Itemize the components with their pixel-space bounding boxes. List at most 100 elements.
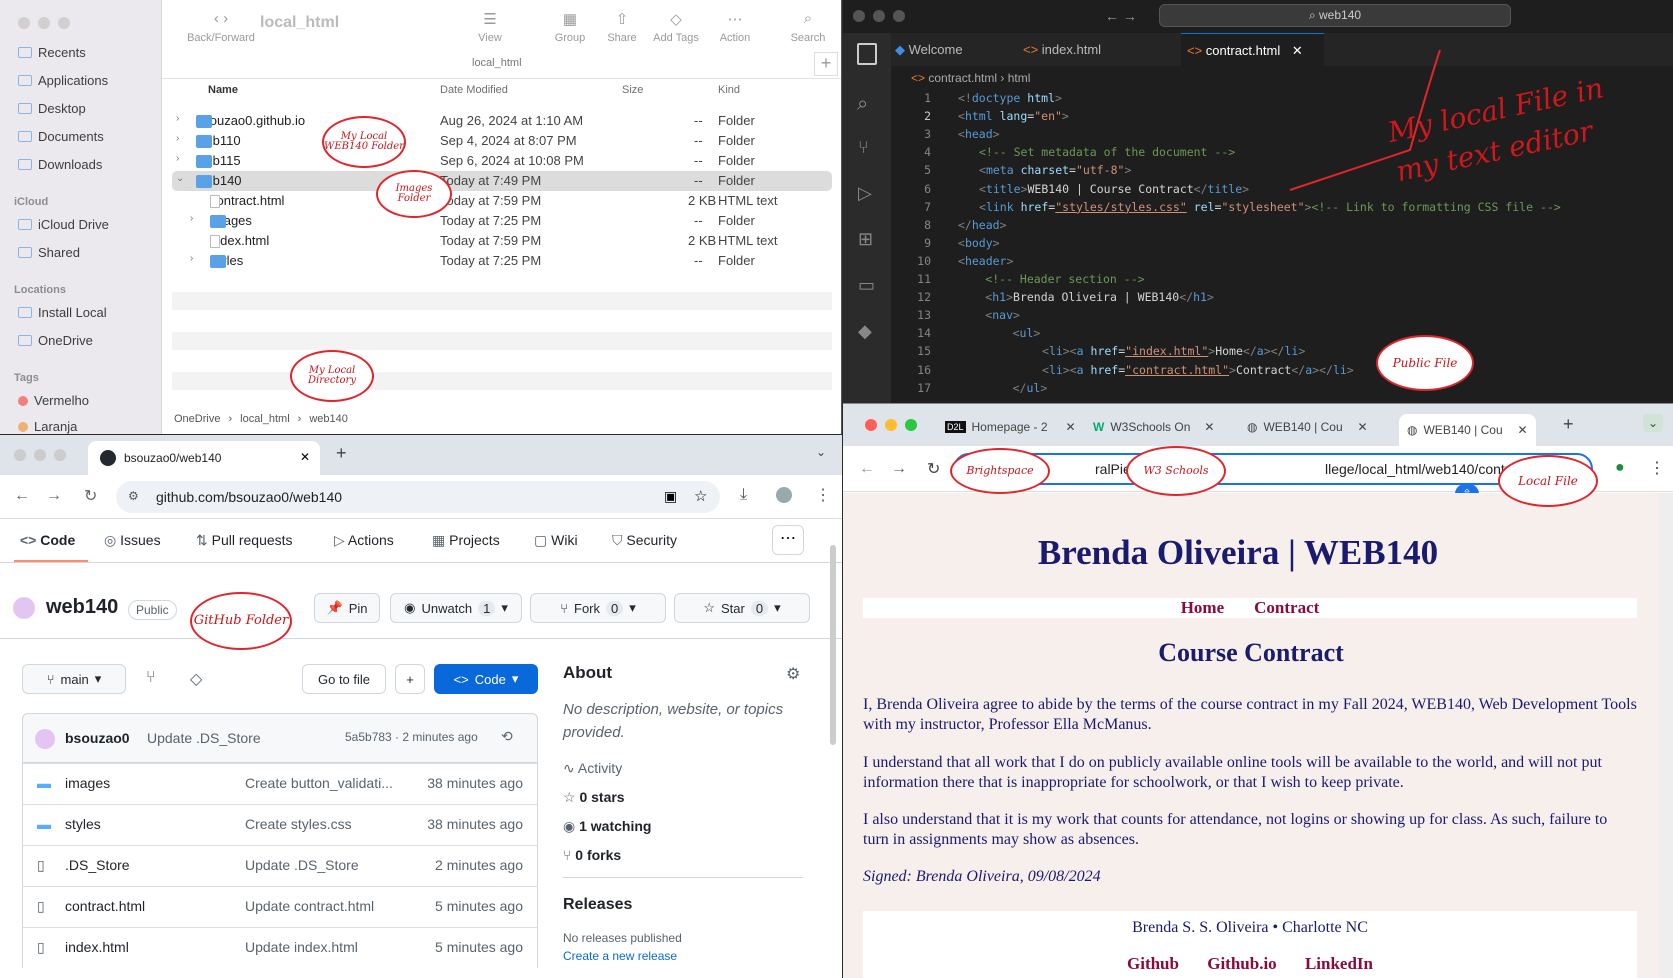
repo-tab-security[interactable]: ⛉ Security	[612, 532, 677, 549]
window-controls[interactable]	[14, 449, 66, 461]
disclosure-icon[interactable]: ›	[176, 153, 179, 164]
footer-link-linkedin[interactable]: LinkedIn	[1305, 954, 1373, 973]
site-info-icon[interactable]: ⚙	[128, 489, 139, 503]
activity-link[interactable]: ∿ Activity	[563, 760, 622, 777]
explorer-icon[interactable]	[857, 43, 877, 65]
download-icon[interactable]: ⤓	[740, 486, 747, 504]
file-name[interactable]: contract.html	[65, 898, 145, 914]
file-row[interactable]: ▯ index.html Update index.html 5 minutes ag…	[22, 927, 538, 968]
forward-icon[interactable]: →	[46, 487, 62, 505]
tab-brightspace[interactable]: D2L Homepage - 2 ✕	[945, 414, 1076, 440]
forks-link[interactable]: ⑂ 0 forks	[563, 847, 621, 863]
add-file-button[interactable]: +	[395, 664, 425, 694]
share-button[interactable]: ⇧ Share	[600, 10, 644, 44]
install-icon[interactable]: ▣	[664, 488, 677, 505]
tab-web140-1[interactable]: ◍ WEB140 | Cou ✕	[1247, 414, 1368, 440]
create-release-link[interactable]: Create a new release	[563, 949, 677, 963]
back-icon[interactable]: ←	[859, 460, 875, 478]
nav-link-home[interactable]: Home	[1181, 598, 1224, 617]
file-commit-message[interactable]: Create button_validati...	[245, 775, 393, 791]
sidebar-item-shared[interactable]: Shared	[18, 245, 80, 260]
path-local-html[interactable]: local_html	[240, 413, 290, 425]
file-commit-message[interactable]: Update contract.html	[245, 898, 374, 914]
profile-icon[interactable]: ●	[1615, 459, 1625, 477]
back-forward-button[interactable]: ‹ › Back/Forward	[178, 10, 264, 44]
group-button[interactable]: ▦ Group	[548, 10, 592, 44]
sidebar-item-downloads[interactable]: Downloads	[18, 157, 102, 172]
path-web140[interactable]: web140	[309, 413, 348, 425]
commit-hash[interactable]: 5a5b783 · 2 minutes ago	[345, 730, 478, 744]
file-name[interactable]: styles	[65, 816, 101, 832]
action-button[interactable]: ⋯ Action	[712, 10, 758, 44]
chevron-down-icon[interactable]: ⌄	[1643, 414, 1664, 432]
go-to-file-button[interactable]: Go to file	[302, 664, 386, 694]
sidebar-item-icloud-drive[interactable]: iCloud Drive	[18, 217, 109, 232]
url-bar[interactable]: ⚙ github.com/bsouzao0/web140 ▣ ☆	[116, 481, 720, 513]
file-row[interactable]: ▯ contract.html Update contract.html 5 minu…	[22, 886, 538, 927]
file-row[interactable]: › web110 Sep 4, 2024 at 8:07 PM -- Folder	[172, 131, 832, 151]
releases-title[interactable]: Releases	[563, 896, 632, 914]
sidebar-item-desktop[interactable]: Desktop	[18, 101, 86, 116]
disclosure-icon[interactable]: ›	[190, 213, 193, 224]
pin-button[interactable]: 📌 Pin	[314, 593, 380, 623]
chevron-down-icon[interactable]: ⌄	[816, 445, 826, 459]
disclosure-icon[interactable]: ›	[190, 253, 193, 264]
repo-name[interactable]: web140	[46, 596, 118, 619]
column-name[interactable]: Name	[208, 84, 238, 96]
path-onedrive[interactable]: OneDrive	[174, 413, 220, 425]
column-kind[interactable]: Kind	[718, 84, 740, 96]
file-row[interactable]: ▬ styles Create styles.css 38 minutes ago	[22, 804, 538, 845]
fork-button[interactable]: ⑂ Fork 0 ▾	[530, 593, 666, 623]
command-search[interactable]: ⌕ web140	[1159, 4, 1511, 27]
tab-w3schools[interactable]: W W3Schools On ✕	[1093, 414, 1214, 440]
nav-arrows-icon[interactable]: ← →	[1105, 8, 1137, 24]
repo-tab-code[interactable]: <> Code	[20, 532, 75, 548]
kebab-menu-icon[interactable]: ⋮	[815, 485, 831, 505]
sidebar-item-install-local[interactable]: Install Local	[18, 305, 107, 320]
disclosure-icon[interactable]: ⌄	[176, 173, 184, 184]
tab-web140-active[interactable]: ◍ WEB140 | Cou ✕	[1399, 414, 1536, 446]
tag-icon[interactable]: ◇	[190, 669, 202, 689]
file-row[interactable]: contract.html Today at 7:59 PM 2 KB HTML te…	[172, 191, 832, 211]
column-size[interactable]: Size	[622, 84, 643, 96]
commit-user[interactable]: bsouzao0	[65, 730, 130, 746]
window-controls[interactable]	[853, 10, 905, 22]
window-controls[interactable]	[865, 419, 917, 431]
view-button[interactable]: ☰ View	[470, 10, 510, 44]
tab-welcome[interactable]: ◆ Welcome	[895, 42, 963, 58]
file-name[interactable]: images	[65, 775, 110, 791]
file-name[interactable]: index.html	[65, 939, 129, 955]
repo-tab-issues[interactable]: ◎ Issues	[104, 532, 161, 549]
reload-icon[interactable]: ↻	[84, 486, 97, 506]
editor-breadcrumb[interactable]: <> contract.html › html	[911, 71, 1030, 85]
footer-link-githubio[interactable]: Github.io	[1207, 954, 1276, 973]
repo-tab-projects[interactable]: ▦ Projects	[432, 532, 500, 549]
search-button[interactable]: ⌕ Search	[786, 10, 830, 44]
scrollbar[interactable]	[830, 545, 836, 745]
column-date[interactable]: Date Modified	[440, 84, 508, 96]
reload-icon[interactable]: ↻	[927, 459, 940, 479]
file-row[interactable]: index.html Today at 7:59 PM 2 KB HTML text	[172, 231, 832, 251]
more-menu-icon[interactable]: ⋯	[772, 525, 804, 555]
kebab-menu-icon[interactable]: ⋮	[1649, 458, 1665, 478]
file-row[interactable]: ▬ images Create button_validati... 38 minut…	[22, 763, 538, 804]
unwatch-button[interactable]: ◉ Unwatch 1 ▾	[390, 593, 522, 623]
new-tab-button[interactable]: +	[336, 443, 347, 464]
file-row[interactable]: ⌄ web140 Today at 7:49 PM -- Folder	[172, 171, 832, 191]
code-button[interactable]: <> Code ▾	[434, 664, 538, 694]
add-tags-button[interactable]: ◇ Add Tags	[648, 10, 704, 44]
sidebar-item-onedrive[interactable]: OneDrive	[18, 333, 93, 348]
repo-tab-pull-requests[interactable]: ⇅ Pull requests	[196, 532, 293, 549]
branches-icon[interactable]: ⑂	[146, 669, 156, 687]
scrollbar[interactable]	[1659, 493, 1673, 978]
file-commit-message[interactable]: Update index.html	[245, 939, 358, 955]
new-tab-button[interactable]: +	[1563, 414, 1574, 435]
file-row[interactable]: › images Today at 7:25 PM -- Folder	[172, 211, 832, 231]
file-commit-message[interactable]: Create styles.css	[245, 816, 352, 832]
bookmark-star-icon[interactable]: ☆	[694, 487, 707, 505]
watching-link[interactable]: ◉ 1 watching	[563, 818, 651, 835]
repo-tab-actions[interactable]: ▷ Actions	[334, 532, 394, 549]
file-row[interactable]: ▯ .DS_Store Update .DS_Store 2 minutes ago	[22, 845, 538, 886]
sidebar-item-documents[interactable]: Documents	[18, 129, 104, 144]
sidebar-item-applications[interactable]: Applications	[18, 73, 108, 88]
